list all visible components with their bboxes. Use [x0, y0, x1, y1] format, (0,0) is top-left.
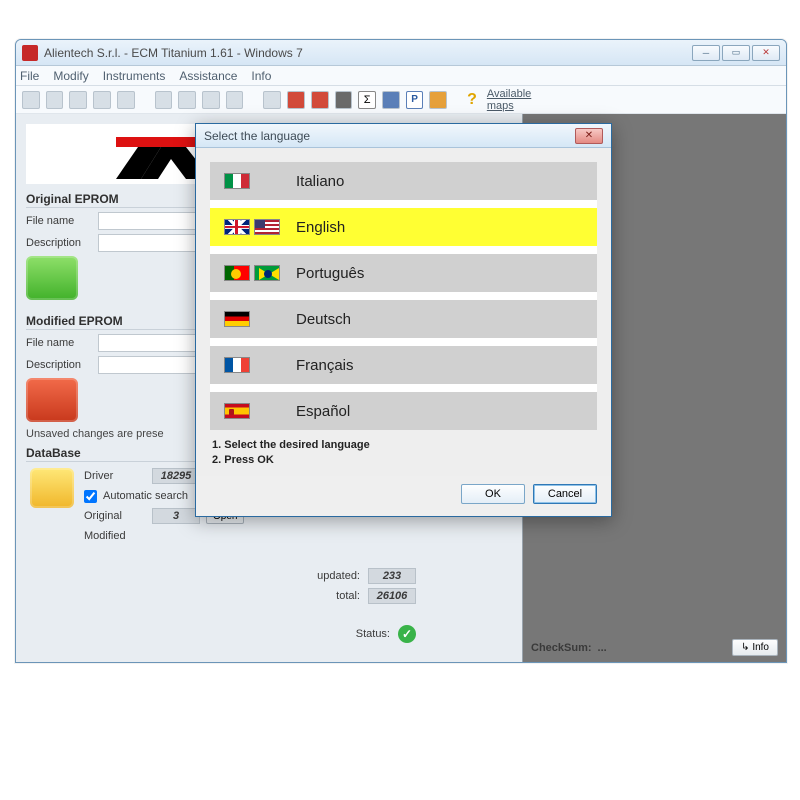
total-count: 26106: [368, 588, 416, 604]
toolbar-btn-12[interactable]: [311, 91, 329, 109]
menu-info[interactable]: Info: [251, 69, 271, 83]
language-label: Português: [296, 265, 364, 282]
flag-it-icon: [224, 173, 250, 189]
ok-button[interactable]: OK: [461, 484, 525, 504]
dialog-close-button[interactable]: ✕: [575, 128, 603, 144]
db-stats: updated: 233 total: 26106 Status: ✓: [306, 566, 416, 644]
status-label: Status:: [336, 628, 390, 640]
flag-br-icon: [254, 265, 280, 281]
mod-filename-input[interactable]: [98, 334, 208, 352]
orig-desc-input[interactable]: [98, 234, 208, 252]
maximize-button[interactable]: ▭: [722, 45, 750, 61]
flag-uk-icon: [224, 219, 250, 235]
menu-instruments[interactable]: Instruments: [103, 69, 166, 83]
toolbar-btn-10[interactable]: [263, 91, 281, 109]
checksum-value: ...: [598, 642, 727, 654]
language-label: Español: [296, 403, 350, 420]
language-option-español[interactable]: Español: [210, 392, 597, 430]
language-option-português[interactable]: Português: [210, 254, 597, 292]
language-option-italiano[interactable]: Italiano: [210, 162, 597, 200]
language-option-english[interactable]: English: [210, 208, 597, 246]
status-ok-icon: ✓: [398, 625, 416, 643]
menu-modify[interactable]: Modify: [53, 69, 88, 83]
flag-pt-icon: [224, 265, 250, 281]
info-button[interactable]: ↳ Info: [732, 639, 778, 656]
toolbar-btn-17[interactable]: [429, 91, 447, 109]
toolbar-btn-sigma[interactable]: Σ: [358, 91, 376, 109]
toolbar: Σ P ? Available maps: [16, 86, 786, 114]
driver-label: Driver: [84, 470, 146, 482]
toolbar-btn-13[interactable]: [335, 91, 353, 109]
toolbar-btn-11[interactable]: [287, 91, 305, 109]
language-label: Italiano: [296, 173, 344, 190]
total-label: total:: [306, 590, 360, 602]
language-dialog: Select the language ✕ Italiano English Por…: [195, 123, 612, 517]
updated-count: 233: [368, 568, 416, 584]
toolbar-btn-4[interactable]: [93, 91, 111, 109]
toolbar-btn-9[interactable]: [226, 91, 244, 109]
dialog-instruction-1: 1. Select the desired language: [212, 438, 597, 453]
dialog-titlebar[interactable]: Select the language ✕: [196, 124, 611, 148]
mod-desc-input[interactable]: [98, 356, 208, 374]
menu-assistance[interactable]: Assistance: [179, 69, 237, 83]
toolbar-btn-1[interactable]: [22, 91, 40, 109]
database-folder-icon[interactable]: [30, 468, 74, 508]
open-modified-folder-icon[interactable]: [26, 378, 78, 422]
original-label: Original: [84, 510, 146, 522]
open-original-folder-icon[interactable]: [26, 256, 78, 300]
toolbar-btn-7[interactable]: [178, 91, 196, 109]
toolbar-btn-16[interactable]: P: [406, 91, 424, 109]
driver-count: 18295: [152, 468, 200, 484]
flag-de-icon: [224, 311, 250, 327]
menubar: File Modify Instruments Assistance Info: [16, 66, 786, 86]
orig-desc-label: Description: [26, 237, 92, 249]
menu-file[interactable]: File: [20, 69, 39, 83]
close-button[interactable]: ✕: [752, 45, 780, 61]
app-icon: [22, 45, 38, 61]
minimize-button[interactable]: ─: [692, 45, 720, 61]
toolbar-btn-15[interactable]: [382, 91, 400, 109]
mod-desc-label: Description: [26, 359, 92, 371]
toolbar-btn-8[interactable]: [202, 91, 220, 109]
checksum-label: CheckSum:: [531, 642, 592, 654]
available-maps-label: Available maps: [487, 88, 780, 112]
language-option-deutsch[interactable]: Deutsch: [210, 300, 597, 338]
help-icon[interactable]: ?: [467, 91, 481, 109]
mod-filename-label: File name: [26, 337, 92, 349]
dialog-instruction-2: 2. Press OK: [212, 453, 597, 468]
toolbar-btn-6[interactable]: [155, 91, 173, 109]
language-option-français[interactable]: Français: [210, 346, 597, 384]
cancel-button[interactable]: Cancel: [533, 484, 597, 504]
updated-label: updated:: [306, 570, 360, 582]
window-title: Alientech S.r.l. - ECM Titanium 1.61 - W…: [44, 46, 692, 60]
flag-fr-icon: [224, 357, 250, 373]
auto-search-label: Automatic search: [103, 490, 188, 502]
orig-filename-input[interactable]: [98, 212, 208, 230]
orig-filename-label: File name: [26, 215, 92, 227]
toolbar-btn-2[interactable]: [46, 91, 64, 109]
titlebar[interactable]: Alientech S.r.l. - ECM Titanium 1.61 - W…: [16, 40, 786, 66]
flag-es-icon: [224, 403, 250, 419]
language-label: English: [296, 219, 345, 236]
modified-label: Modified: [84, 530, 146, 542]
auto-search-checkbox[interactable]: [84, 490, 97, 503]
toolbar-btn-5[interactable]: [117, 91, 135, 109]
flag-us-icon: [254, 219, 280, 235]
dialog-title-text: Select the language: [204, 129, 310, 143]
toolbar-btn-3[interactable]: [69, 91, 87, 109]
original-count: 3: [152, 508, 200, 524]
language-list: Italiano English Português Deutsch Français E…: [210, 162, 597, 430]
language-label: Français: [296, 357, 354, 374]
language-label: Deutsch: [296, 311, 351, 328]
